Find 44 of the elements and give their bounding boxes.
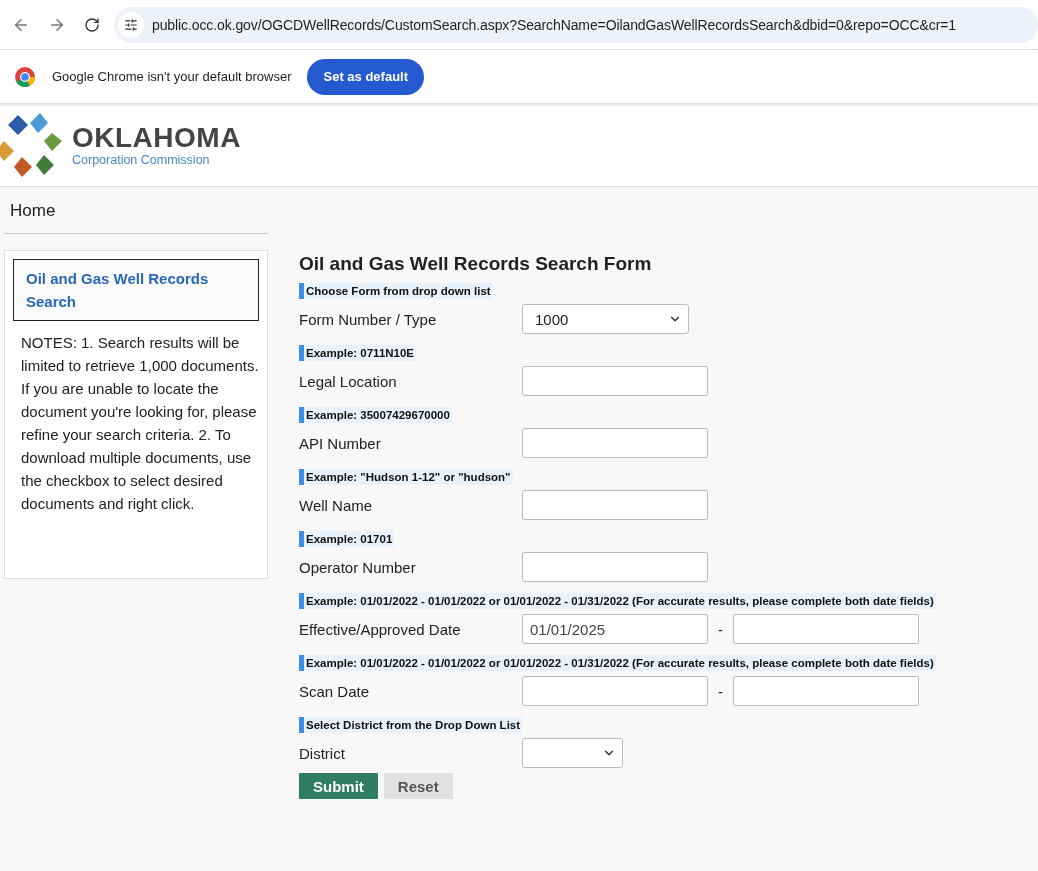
set-default-button[interactable]: Set as default	[307, 58, 424, 95]
field-label: Well Name	[299, 496, 374, 514]
field-hint: Example: 35007429670000	[299, 407, 452, 423]
submit-button[interactable]: Submit	[299, 773, 378, 799]
sliders-icon	[124, 17, 138, 32]
logo-title: OKLAHOMA	[72, 122, 241, 153]
reset-button[interactable]: Reset	[383, 773, 453, 799]
field-hint: Example: 0711N10E	[299, 345, 417, 361]
field-hint: Example: 01/01/2022 - 01/01/2022 or 01/01/2022 - 01/31/2022 (For accurate results, please complete both date fields)	[299, 593, 936, 609]
field-label: District	[299, 744, 346, 762]
site-settings-button[interactable]	[118, 11, 144, 38]
reload-icon	[84, 16, 100, 33]
field-hint: Example: 01701	[299, 531, 395, 547]
field-label: Scan Date	[299, 682, 371, 700]
range-separator: -	[718, 682, 723, 700]
date-from-field[interactable]: 01/01/2025	[522, 614, 708, 644]
text-field[interactable]	[522, 428, 708, 458]
text-field[interactable]	[522, 490, 708, 520]
date-from-field[interactable]	[522, 676, 708, 706]
text-field[interactable]	[522, 366, 708, 396]
date-to-field[interactable]	[733, 614, 919, 644]
chrome-logo-icon	[14, 65, 36, 88]
date-to-field[interactable]	[733, 676, 919, 706]
default-browser-message: Google Chrome isn't your default browser	[52, 69, 292, 84]
text-field[interactable]	[522, 552, 708, 582]
field-label: API Number	[299, 434, 382, 452]
notes-text: NOTES: 1. Search results will be limited to retrieve 1,000 documents. If you are unable to locate the document you're looking for, please refine your search criteria. 2. To download multiple documents, use the checkbox to select desired documents and right click.	[21, 333, 259, 514]
field-label: Effective/Approved Date	[299, 620, 462, 638]
field-hint: Example: 01/01/2022 - 01/01/2022 or 01/01/2022 - 01/31/2022 (For accurate results, please complete both date fields)	[299, 655, 936, 671]
address-bar[interactable]: public.occ.ok.gov/OGCDWellRecords/CustomSearch.aspx?SearchName=OilandGasWellRecordsSearch&dbid=0&repo=OCC&cr=1	[114, 6, 1038, 43]
field-hint: Choose Form from drop down list	[299, 283, 493, 299]
search-link[interactable]: Oil and Gas Well Records Search	[13, 259, 259, 321]
field-hint: Example: "Hudson 1-12" or "hudson"	[299, 469, 513, 485]
url-text: public.occ.ok.gov/OGCDWellRecords/CustomSearch.aspx?SearchName=OilandGasWellRecordsSearch&dbid=0&repo=OCC&cr=1	[152, 16, 956, 33]
home-link[interactable]: Home	[4, 187, 268, 234]
field-label: Operator Number	[299, 558, 417, 576]
field-hint: Select District from the Drop Down List	[299, 717, 523, 733]
logo-subtitle: Corporation Commission	[72, 152, 211, 167]
form-title: Oil and Gas Well Records Search Form	[299, 253, 653, 275]
range-separator: -	[718, 620, 723, 638]
field-label: Form Number / Type	[299, 310, 438, 328]
form-type-dropdown[interactable]: 1000	[522, 304, 689, 334]
district-dropdown[interactable]	[522, 738, 623, 768]
field-label: Legal Location	[299, 372, 398, 390]
